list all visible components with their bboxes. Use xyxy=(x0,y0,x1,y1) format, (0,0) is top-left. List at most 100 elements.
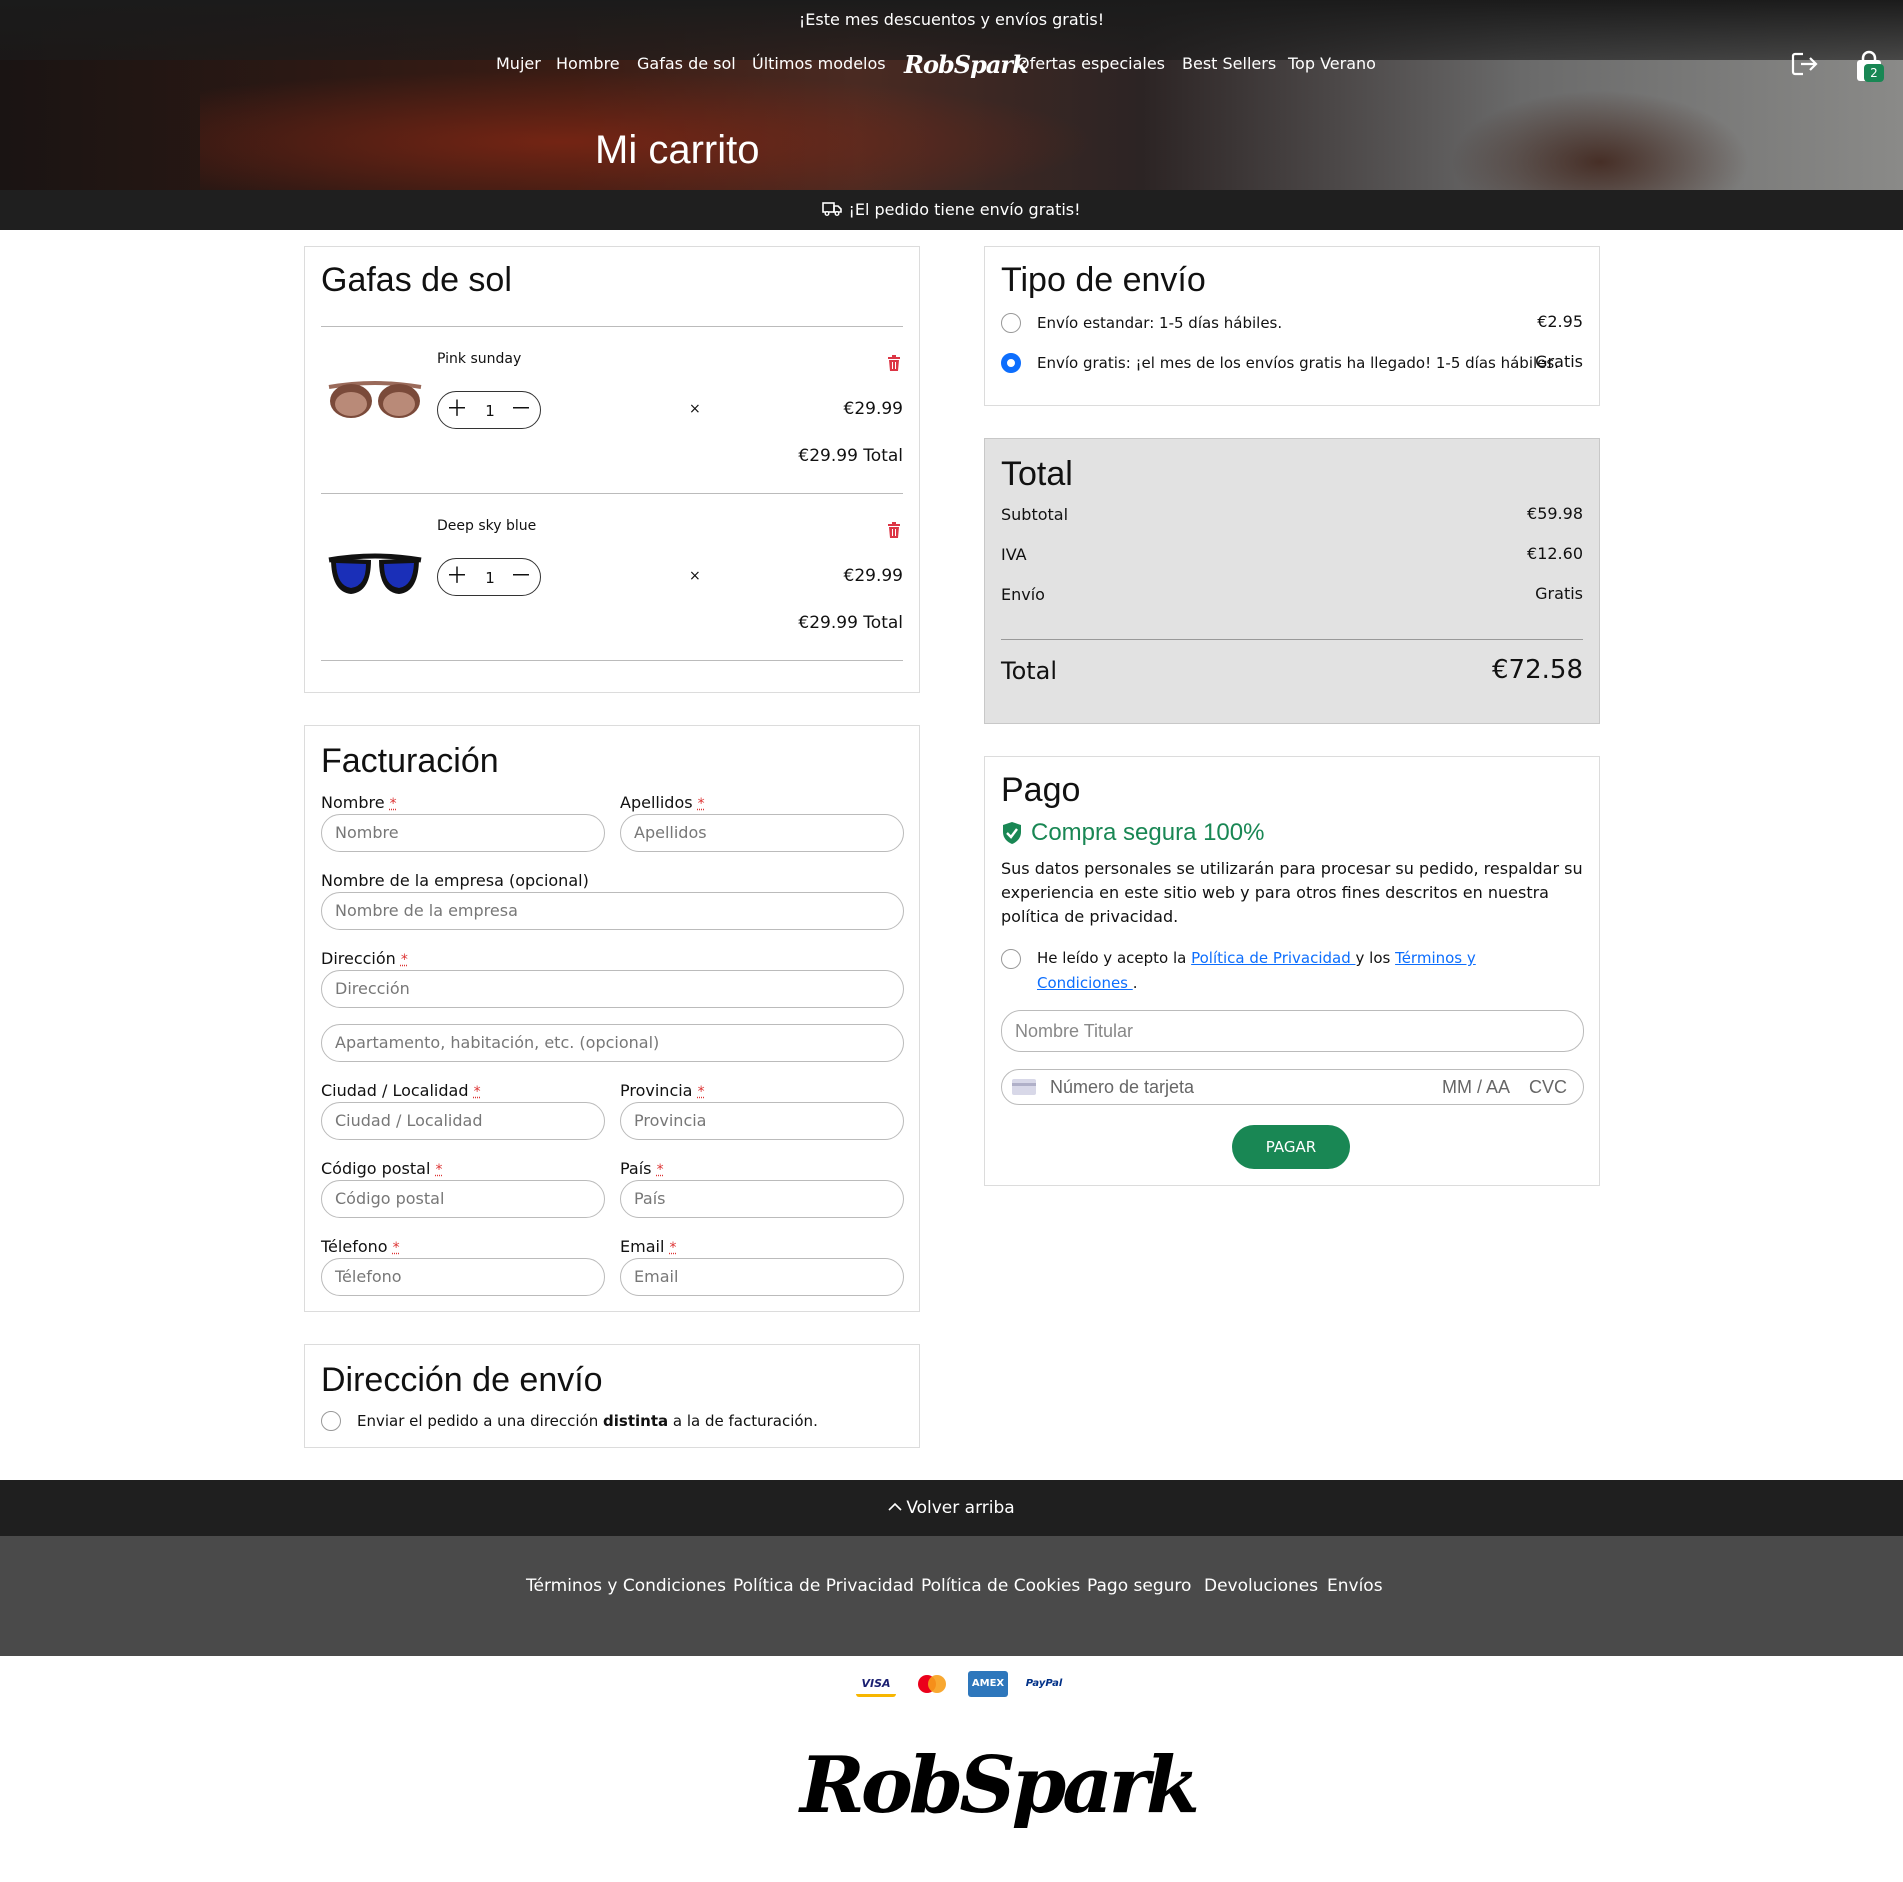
product-image-pink-sunday xyxy=(328,381,422,418)
logout-icon[interactable] xyxy=(1790,50,1820,78)
footer-link-terminos[interactable]: Términos y Condiciones xyxy=(526,1576,726,1596)
footer-link-pago-seguro[interactable]: Pago seguro xyxy=(1087,1576,1191,1596)
label-apellidos: Apellidos * xyxy=(620,793,705,812)
card-number-input[interactable]: Número de tarjeta xyxy=(1050,1070,1194,1104)
divider xyxy=(321,493,903,494)
nav-mujer[interactable]: Mujer xyxy=(496,54,541,73)
back-to-top-button[interactable]: Volver arriba xyxy=(0,1480,1903,1536)
telefono-input[interactable]: Télefono xyxy=(321,1258,605,1296)
page-title: Mi carrito xyxy=(595,128,760,172)
cart-card: Gafas de sol Pink sunday ＋ 1 － × €29.99 … xyxy=(304,246,920,693)
ciudad-input[interactable]: Ciudad / Localidad xyxy=(321,1102,605,1140)
provincia-input[interactable]: Provincia xyxy=(620,1102,904,1140)
divider xyxy=(1001,639,1583,640)
nav-gafas-de-sol[interactable]: Gafas de sol xyxy=(637,54,736,73)
billing-card: Facturación Nombre * Nombre Apellidos * … xyxy=(304,725,920,1312)
visa-icon: VISA xyxy=(856,1671,896,1697)
nav-top-verano[interactable]: Top Verano xyxy=(1288,54,1376,73)
shipping-option-standard-price: €2.95 xyxy=(1537,312,1583,331)
cart-count-badge: 2 xyxy=(1864,64,1884,82)
footer-link-privacidad[interactable]: Política de Privacidad xyxy=(733,1576,914,1596)
item-name: Deep sky blue xyxy=(437,518,537,534)
terms-link[interactable]: Condiciones xyxy=(1037,974,1133,992)
credit-card-icon xyxy=(1012,1079,1036,1095)
grand-total-label: Total xyxy=(1001,657,1058,685)
pais-input[interactable]: País xyxy=(620,1180,904,1218)
quantity-value[interactable]: 1 xyxy=(482,402,498,420)
shipping-address-card: Dirección de envío Enviar el pedido a un… xyxy=(304,1344,920,1448)
shipping-type-card: Tipo de envío Envío estandar: 1-5 días h… xyxy=(984,246,1600,406)
accept-terms-label: He leído y acepto la Política de Privaci… xyxy=(1037,949,1476,967)
apellidos-input[interactable]: Apellidos xyxy=(620,814,904,852)
divider xyxy=(321,326,903,327)
pay-button[interactable]: PAGAR xyxy=(1232,1125,1350,1169)
empresa-input[interactable]: Nombre de la empresa xyxy=(321,892,904,930)
shipping-type-title: Tipo de envío xyxy=(1001,261,1206,299)
codigo-postal-input[interactable]: Código postal xyxy=(321,1180,605,1218)
trash-icon[interactable] xyxy=(887,522,901,538)
label-email: Email * xyxy=(620,1237,677,1256)
shipping-option-free-radio[interactable] xyxy=(1001,353,1021,373)
direccion-input[interactable]: Dirección xyxy=(321,970,904,1008)
nav-best-sellers[interactable]: Best Sellers xyxy=(1182,54,1276,73)
footer-link-devoluciones[interactable]: Devoluciones xyxy=(1204,1576,1318,1596)
privacy-policy-link[interactable]: Política de Privacidad xyxy=(1191,949,1355,967)
minus-icon[interactable]: － xyxy=(510,399,532,421)
privacy-text-line: experiencia en este sitio web y para otr… xyxy=(1001,883,1549,902)
different-address-checkbox[interactable] xyxy=(321,1411,341,1431)
iva-label: IVA xyxy=(1001,545,1027,564)
billing-title: Facturación xyxy=(321,742,499,780)
card-holder-input[interactable]: Nombre Titular xyxy=(1001,1010,1584,1052)
trash-icon[interactable] xyxy=(887,355,901,371)
email-input[interactable]: Email xyxy=(620,1258,904,1296)
nav-ofertas-especiales[interactable]: Ofertas especiales xyxy=(1017,54,1165,73)
terms-link[interactable]: Términos y xyxy=(1395,949,1476,967)
free-shipping-bar: ¡El pedido tiene envío gratis! xyxy=(0,190,1903,230)
product-image-deep-sky-blue xyxy=(328,553,422,594)
item-total: €29.99 Total xyxy=(798,446,903,466)
label-pais: País * xyxy=(620,1159,664,1178)
times-sign: × xyxy=(689,401,701,417)
free-shipping-text: ¡El pedido tiene envío gratis! xyxy=(848,200,1081,219)
quantity-value[interactable]: 1 xyxy=(482,569,498,587)
footer-brand-logo[interactable]: RobSpark xyxy=(800,1740,1200,1831)
label-nombre: Nombre * xyxy=(321,793,397,812)
brand-logo[interactable]: RobSpark xyxy=(904,50,1029,79)
envio-label: Envío xyxy=(1001,585,1045,604)
card-cvc-input[interactable]: CVC xyxy=(1529,1070,1567,1104)
nav-hombre[interactable]: Hombre xyxy=(556,54,620,73)
shipping-option-free-price: Gratis xyxy=(1535,352,1583,371)
item-name: Pink sunday xyxy=(437,351,522,367)
apartamento-input[interactable]: Apartamento, habitación, etc. (opcional) xyxy=(321,1024,904,1062)
shipping-option-free-label[interactable]: Envío gratis: ¡el mes de los envíos grat… xyxy=(1037,354,1559,372)
plus-icon[interactable]: ＋ xyxy=(446,566,468,588)
footer-link-cookies[interactable]: Política de Cookies xyxy=(921,1576,1080,1596)
total-title: Total xyxy=(1001,455,1073,493)
iva-value: €12.60 xyxy=(1527,544,1583,563)
shipping-option-standard-radio[interactable] xyxy=(1001,313,1021,333)
shipping-option-standard-label[interactable]: Envío estandar: 1-5 días hábiles. xyxy=(1037,314,1282,332)
shield-check-icon xyxy=(1003,822,1021,844)
amex-icon: AMEX xyxy=(968,1671,1008,1697)
quantity-stepper: ＋ 1 － xyxy=(437,558,541,596)
plus-icon[interactable]: ＋ xyxy=(446,399,468,421)
nav-ultimos-modelos[interactable]: Últimos modelos xyxy=(752,54,886,73)
accept-terms-checkbox[interactable] xyxy=(1001,949,1021,969)
accept-terms-label-line2: Condiciones . xyxy=(1037,974,1138,992)
payment-title: Pago xyxy=(1001,771,1081,809)
nombre-input[interactable]: Nombre xyxy=(321,814,605,852)
hero-banner: ¡Este mes descuentos y envíos gratis! Mu… xyxy=(0,0,1903,190)
secure-purchase-text: Compra segura 100% xyxy=(1031,819,1265,846)
quantity-stepper: ＋ 1 － xyxy=(437,391,541,429)
footer-links: Términos y Condiciones Política de Priva… xyxy=(0,1536,1903,1656)
shipping-address-title: Dirección de envío xyxy=(321,1361,603,1399)
card-number-field[interactable]: Número de tarjeta MM / AA CVC xyxy=(1001,1069,1584,1105)
unit-price: €29.99 xyxy=(843,566,903,586)
footer-link-envios[interactable]: Envíos xyxy=(1327,1576,1383,1596)
cart-title: Gafas de sol xyxy=(321,261,512,299)
minus-icon[interactable]: － xyxy=(510,566,532,588)
times-sign: × xyxy=(689,568,701,584)
subtotal-value: €59.98 xyxy=(1527,504,1583,523)
chevron-up-icon xyxy=(888,1502,902,1511)
card-expiry-input[interactable]: MM / AA xyxy=(1442,1070,1510,1104)
